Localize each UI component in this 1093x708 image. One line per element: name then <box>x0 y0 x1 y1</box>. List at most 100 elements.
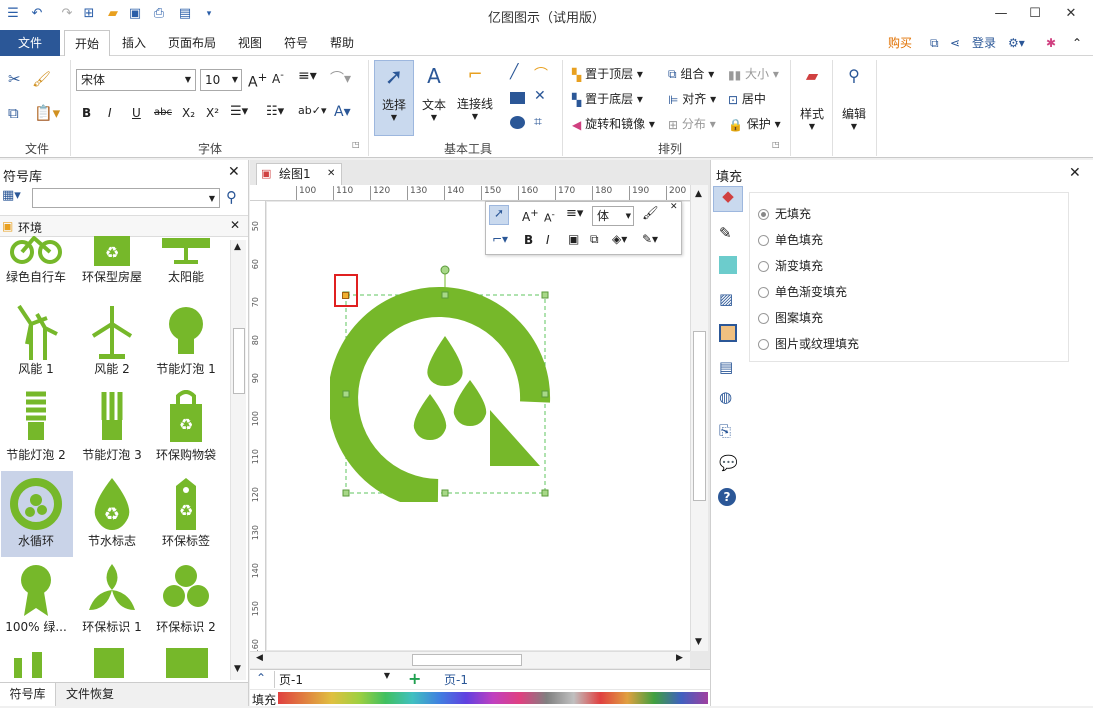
radio-no-fill[interactable]: 无填充 <box>758 205 811 222</box>
mini-italic-icon[interactable]: I <box>546 233 550 247</box>
text-tool-button[interactable]: A 文本 ▼ <box>418 60 450 136</box>
mini-toolbar-close-icon[interactable]: ✕ <box>670 202 678 212</box>
italic-icon[interactable]: I <box>108 106 112 120</box>
canvas-vertical-scrollbar[interactable]: ▲ ▼ <box>690 185 708 651</box>
globe-tab-icon[interactable]: ◍ <box>719 388 732 406</box>
list-item[interactable]: ♻ 环保标签 <box>150 476 222 549</box>
library-search-input[interactable]: ▼ <box>32 188 220 208</box>
mini-grow-font-icon[interactable]: A+ <box>522 208 539 224</box>
fill-panel-close-icon[interactable]: ✕ <box>1069 165 1081 181</box>
search-icon[interactable]: ⚲ <box>226 188 237 206</box>
radio-gradient-fill[interactable]: 渐变填充 <box>758 257 823 274</box>
group-button[interactable]: ⧉ 组合 ▾ <box>668 65 714 82</box>
mini-font-combo[interactable]: 体 ▼ <box>592 206 634 226</box>
mini-connector-icon[interactable]: ⌐▾ <box>492 232 508 246</box>
distribute-button[interactable]: ⊞ 分布 ▾ <box>668 115 716 132</box>
mini-brush-icon[interactable]: 🖌 <box>642 206 659 221</box>
highlight-icon[interactable]: ab✓▾ <box>298 104 326 117</box>
list-item[interactable]: 风能 2 <box>76 304 148 377</box>
mini-bold-icon[interactable]: B <box>524 233 533 247</box>
document-tab-icon[interactable]: ▤ <box>719 358 733 376</box>
tab-view[interactable]: 视图 <box>228 30 272 56</box>
tab-symbol[interactable]: 符号 <box>274 30 318 56</box>
collapse-ribbon-icon[interactable]: ⌃ <box>1062 30 1092 56</box>
shadow-tab-icon[interactable] <box>719 256 737 274</box>
list-item[interactable]: 100% 绿... <box>0 562 72 635</box>
layer-tab-icon[interactable] <box>719 324 737 342</box>
mini-select-icon[interactable]: ➚ <box>489 205 509 225</box>
strikethrough-icon[interactable]: abc <box>154 107 172 118</box>
document-tab[interactable]: ▣ 绘图1 ✕ <box>256 163 342 185</box>
buy-link[interactable]: 购买 <box>878 30 922 56</box>
mini-format-icon[interactable]: ✎▾ <box>642 232 658 246</box>
list-item[interactable]: 节能灯泡 3 <box>76 390 148 463</box>
rotate-mirror-button[interactable]: ◀ 旋转和镜像 ▾ <box>572 115 655 132</box>
list-item[interactable]: 风能 1 <box>0 304 72 377</box>
grow-font-icon[interactable]: A+ <box>248 70 267 91</box>
category-close-icon[interactable]: ✕ <box>230 218 240 232</box>
bold-icon[interactable]: B <box>82 106 91 120</box>
tab-help[interactable]: 帮助 <box>320 30 364 56</box>
help-icon[interactable]: ? <box>718 488 736 506</box>
document-tab-close-icon[interactable]: ✕ <box>327 164 335 184</box>
list-item[interactable]: ♻ 节水标志 <box>76 476 148 549</box>
library-grid-icon[interactable]: ▦▾ <box>2 188 21 203</box>
rectangle-icon[interactable] <box>510 92 525 104</box>
radio-mono-gradient-fill[interactable]: 单色渐变填充 <box>758 283 847 300</box>
list-item[interactable]: 节能灯泡 1 <box>150 304 222 377</box>
tab-file-recovery[interactable]: 文件恢复 <box>66 683 114 706</box>
list-item[interactable]: 太阳能 <box>150 236 222 285</box>
page-select[interactable]: 页-1 ▼ <box>274 671 394 688</box>
list-item[interactable]: 绿色自行车 <box>0 236 72 285</box>
page-up-icon[interactable]: ⌃ <box>256 671 266 685</box>
comment-tab-icon[interactable]: 💬 <box>719 454 738 472</box>
mini-align-icon[interactable]: ≡▾ <box>566 206 583 221</box>
style-button[interactable]: ▰ 样式 ▼ <box>796 62 828 136</box>
panel-close-icon[interactable]: ✕ <box>228 164 240 180</box>
tab-page-layout[interactable]: 页面布局 <box>158 30 226 56</box>
mini-fill-icon[interactable]: ▣ <box>568 232 579 246</box>
select-tool-button[interactable]: ➚ 选择 ▼ <box>374 60 414 136</box>
edit-button[interactable]: ⚲ 编辑 ▼ <box>838 62 870 136</box>
list-item[interactable]: ♻ 环保型房屋 <box>76 236 148 285</box>
shrink-font-icon[interactable]: A- <box>272 70 284 86</box>
fill-tab-icon[interactable]: ◆ <box>713 186 743 212</box>
text-curve-icon[interactable]: ⌒▾ <box>330 68 351 88</box>
subscript-icon[interactable]: X₂ <box>182 106 195 120</box>
attachment-tab-icon[interactable]: ⎘ <box>719 422 731 440</box>
line-spacing-icon[interactable]: ☰▾ <box>230 104 248 119</box>
list-item[interactable]: ♻ 环保购物袋 <box>150 390 222 463</box>
crop-icon[interactable]: ⌗ <box>534 114 542 130</box>
control-point[interactable] <box>342 292 349 299</box>
minimize-button[interactable]: — <box>986 3 1016 25</box>
rotation-handle[interactable] <box>440 265 450 275</box>
scroll-up-icon[interactable]: ▲ <box>695 189 702 199</box>
mini-group-icon[interactable]: ⧉ <box>590 232 599 247</box>
line-tab-icon[interactable]: ✎ <box>719 224 732 242</box>
image-tab-icon[interactable]: ▨ <box>719 290 733 308</box>
bring-front-button[interactable]: ▚ 置于顶层 ▾ <box>572 65 643 82</box>
font-dialog-launcher-icon[interactable]: ◳ <box>352 140 360 149</box>
line-icon[interactable]: ╱ <box>510 64 518 80</box>
paste-icon[interactable]: 📋▾ <box>34 104 60 122</box>
scroll-left-icon[interactable]: ◀ <box>256 653 263 663</box>
copy-icon[interactable]: ⧉ <box>8 104 19 122</box>
color-swatches[interactable] <box>278 692 708 704</box>
size-button[interactable]: ▮▮ 大小 ▾ <box>728 65 779 82</box>
scrollbar-thumb[interactable] <box>693 331 706 501</box>
protect-button[interactable]: 🔒 保护 ▾ <box>728 115 781 132</box>
font-name-combo[interactable]: 宋体 ▼ <box>76 69 196 91</box>
scroll-right-icon[interactable]: ▶ <box>676 653 683 663</box>
maximize-button[interactable]: ☐ <box>1020 3 1050 25</box>
brush-icon[interactable]: 🖌 <box>32 70 51 88</box>
mini-style-icon[interactable]: ◈▾ <box>612 232 627 246</box>
scrollbar-thumb[interactable] <box>233 328 245 394</box>
align-text-icon[interactable]: ≡▾ <box>298 68 317 84</box>
center-button[interactable]: ⊡ 居中 <box>728 90 766 107</box>
align-button[interactable]: ⊫ 对齐 ▾ <box>668 90 716 107</box>
list-item[interactable]: 节能灯泡 2 <box>0 390 72 463</box>
water-cycle-shape[interactable] <box>330 262 560 502</box>
format-painter-icon[interactable]: ✂ <box>8 70 21 88</box>
tab-insert[interactable]: 插入 <box>112 30 156 56</box>
font-color-icon[interactable]: A▾ <box>334 104 351 120</box>
